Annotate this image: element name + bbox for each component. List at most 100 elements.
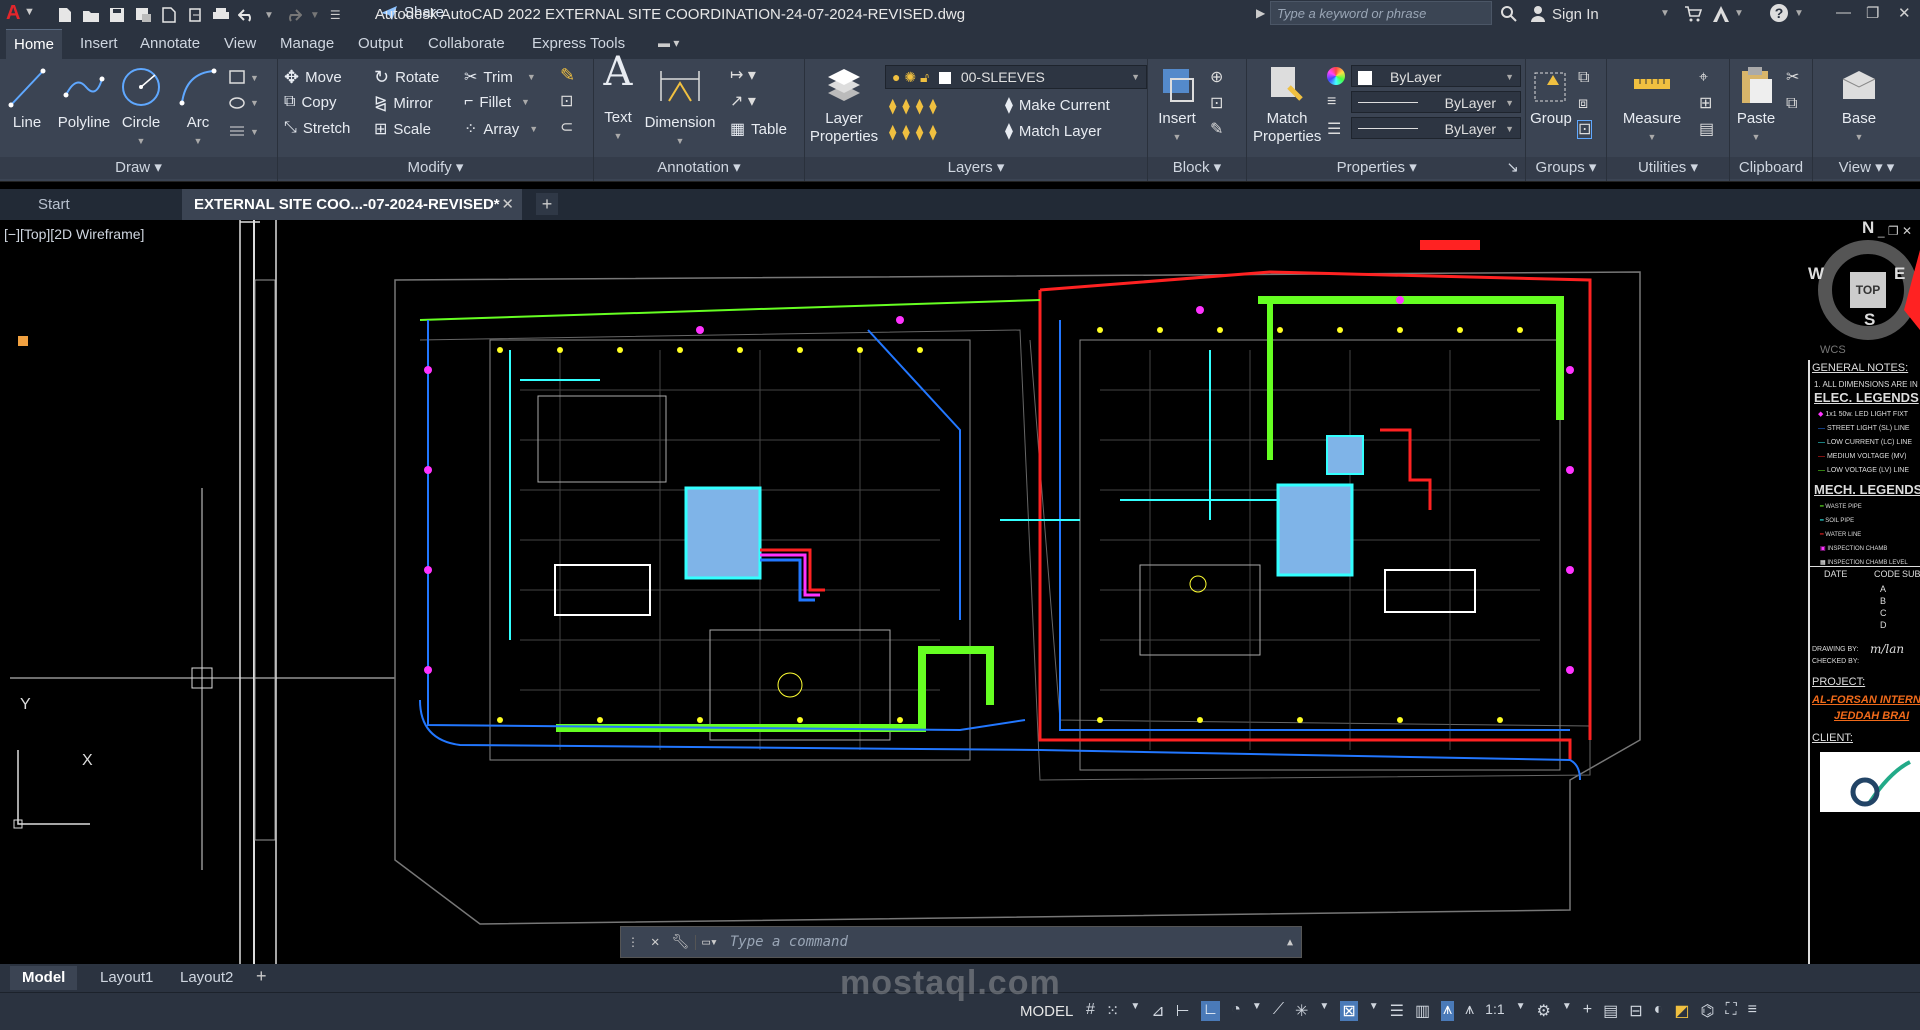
tab-manage[interactable]: Manage	[272, 29, 342, 59]
units-icon[interactable]: ▤	[1603, 1001, 1618, 1021]
a360-dropdown-icon[interactable]: ▼	[1734, 8, 1744, 19]
arc-dropdown-icon[interactable]: ▼	[174, 132, 222, 150]
customization-menu-icon[interactable]: ≡	[1748, 1001, 1757, 1021]
trim-dropdown-icon[interactable]: ▼	[527, 72, 536, 82]
polar-dropdown-icon[interactable]: ▼	[1252, 1001, 1262, 1021]
tab-home[interactable]: Home	[6, 29, 63, 60]
utilities-panel-label[interactable]: Utilities ▾	[1607, 157, 1729, 179]
mirror-button[interactable]: ⧎ Mirror	[374, 93, 433, 113]
isodraft-icon[interactable]: ⟋	[1273, 1001, 1284, 1021]
clipboard-tools-icons[interactable]: ✂ ⧉	[1786, 65, 1799, 117]
snap-icon[interactable]: ⁙	[1106, 1001, 1119, 1021]
hardware-acceleration-icon[interactable]: ◩	[1674, 1001, 1689, 1021]
measure-tool[interactable]: Measure ▼	[1609, 65, 1695, 146]
linetype-dropdown[interactable]: ByLayer ▼	[1351, 117, 1521, 139]
isolate-objects-icon[interactable]: ◐	[1654, 1001, 1664, 1021]
tab-annotate[interactable]: Annotate	[132, 29, 208, 59]
workspace-dropdown-icon[interactable]: ▼	[1562, 1001, 1572, 1021]
compass-south[interactable]: S	[1864, 310, 1875, 330]
tab-view[interactable]: View	[216, 29, 264, 59]
modify-panel-label[interactable]: Modify ▾	[278, 157, 593, 179]
group-tool[interactable]: Group	[1528, 65, 1574, 128]
layer-tools-row1-icons[interactable]: ⧫⧫⧫⧫	[889, 97, 943, 115]
fillet-dropdown-icon[interactable]: ▼	[521, 97, 530, 107]
annotation-visibility-icon[interactable]: ⩚	[1441, 1001, 1455, 1021]
array-button[interactable]: ⁘ Array ▼	[464, 119, 538, 139]
expand-arrow-icon[interactable]: ▶	[1256, 6, 1265, 20]
copy-button[interactable]: ⧉ Copy	[284, 93, 336, 111]
clean-screen-icon[interactable]: ⛶	[1725, 1001, 1736, 1021]
polar-tracking-icon[interactable]: ◔	[1231, 1001, 1241, 1021]
viewcube-top-face[interactable]: TOP	[1850, 272, 1886, 308]
tab-collaborate[interactable]: Collaborate	[420, 29, 513, 59]
circle-tool[interactable]: Circle ▼	[116, 65, 166, 150]
annotation-scale-dropdown-icon[interactable]: ▼	[1516, 1001, 1526, 1021]
annotation-monitor-icon[interactable]: +	[1583, 1001, 1592, 1021]
tab-insert[interactable]: Insert	[72, 29, 126, 59]
snap-dropdown-icon[interactable]: ▼	[1130, 1001, 1140, 1021]
object-snap-dropdown-icon[interactable]: ▼	[1369, 1001, 1379, 1021]
match-layer-button[interactable]: ⧫ Match Layer	[1005, 121, 1101, 141]
match-properties-tool[interactable]: Match Properties	[1253, 65, 1321, 146]
trim-button[interactable]: ✂ Trim ▼	[464, 67, 536, 87]
annotation-scale[interactable]: 1:1	[1485, 1001, 1504, 1021]
layer-properties-tool[interactable]: Layer Properties	[809, 65, 879, 146]
close-tab-icon[interactable]: ✕	[501, 189, 514, 220]
rotate-button[interactable]: ↻ Rotate	[374, 67, 439, 88]
make-current-button[interactable]: ⧫ Make Current	[1005, 95, 1110, 115]
object-snap-tracking-dropdown-icon[interactable]: ▼	[1319, 1001, 1329, 1021]
command-history-icon[interactable]: ▲	[1279, 937, 1301, 948]
infer-constraints-icon[interactable]: ⊿	[1151, 1001, 1164, 1021]
command-grip-icon[interactable]: ⋮	[621, 935, 645, 949]
circle-dropdown-icon[interactable]: ▼	[116, 132, 166, 150]
base-view-tool[interactable]: Base ▼	[1829, 65, 1889, 146]
tab-layout2[interactable]: Layout2	[168, 966, 245, 990]
compass-west[interactable]: W	[1808, 264, 1824, 284]
polyline-tool[interactable]: Polyline	[52, 65, 116, 132]
draw-small-tools-icon[interactable]: ▼ ▼ ▼	[228, 69, 274, 149]
ribbon-minimize-icon[interactable]: ▬ ▾	[658, 36, 679, 50]
layer-tools-row2-icons[interactable]: ⧫⧫⧫⧫	[889, 123, 943, 141]
minimize-button[interactable]: —	[1836, 4, 1851, 21]
properties-panel-label[interactable]: Properties ▾ ↘	[1247, 157, 1525, 179]
tab-output[interactable]: Output	[350, 29, 411, 59]
dimension-dropdown-icon[interactable]: ▼	[640, 132, 720, 150]
workspace-gear-icon[interactable]: ⚙	[1537, 1001, 1551, 1021]
base-dropdown-icon[interactable]: ▼	[1829, 128, 1889, 146]
model-space-button[interactable]: MODEL	[1020, 1003, 1073, 1020]
color-wheel-icon[interactable]	[1327, 67, 1345, 85]
explode-icon[interactable]: ⊡	[560, 91, 573, 111]
sign-in-button[interactable]: Sign In	[1530, 5, 1599, 23]
erase-icon[interactable]: ✎	[560, 65, 575, 86]
paste-dropdown-icon[interactable]: ▼	[1732, 128, 1780, 146]
transparency-icon[interactable]: ▥	[1415, 1001, 1430, 1021]
command-input[interactable]: Type a command	[724, 934, 1279, 950]
measure-dropdown-icon[interactable]: ▼	[1609, 128, 1695, 146]
close-window-button[interactable]: ✕	[1898, 4, 1911, 22]
fillet-button[interactable]: ⌐ Fillet ▼	[464, 93, 530, 111]
search-input[interactable]: Type a keyword or phrase	[1270, 1, 1492, 25]
groups-panel-label[interactable]: Groups ▾	[1526, 157, 1606, 179]
text-dropdown-icon[interactable]: ▼	[600, 127, 636, 145]
color-dropdown[interactable]: ByLayer ▼	[1351, 65, 1521, 87]
line-tool[interactable]: Line	[6, 65, 48, 132]
annotation-panel-label[interactable]: Annotation ▾	[594, 157, 804, 179]
viewcube[interactable]: TOP N S W E WCS	[1808, 220, 1920, 360]
block-tools-icons[interactable]: ⊕ ⊡ ✎	[1210, 65, 1234, 143]
compass-north[interactable]: N	[1862, 220, 1874, 238]
customize-wrench-icon[interactable]: 🔧︎	[665, 934, 695, 950]
wcs-menu[interactable]: WCS	[1820, 344, 1846, 356]
insert-block-tool[interactable]: Insert ▼	[1152, 65, 1202, 146]
command-line[interactable]: ⋮ ✕ 🔧︎ ▭▾ Type a command ▲	[620, 926, 1302, 958]
tab-layout1[interactable]: Layout1	[88, 966, 165, 990]
drawing-viewport[interactable]: [−][Top][2D Wireframe] _ ❐ ✕ Y X TOP N S…	[0, 220, 1920, 964]
scale-button[interactable]: ⊞ Scale	[374, 119, 431, 139]
search-icon[interactable]	[1500, 5, 1518, 23]
help-dropdown-icon[interactable]: ▼	[1794, 8, 1804, 19]
auto-scale-icon[interactable]: ⩚	[1465, 1001, 1474, 1021]
utility-tools-icons[interactable]: ⌖ ⊞ ▤	[1699, 65, 1714, 143]
help-icon[interactable]: ?	[1770, 4, 1788, 22]
quick-properties-icon[interactable]: ⊟	[1629, 1001, 1642, 1021]
new-tab-button[interactable]: +	[536, 193, 558, 215]
new-layout-button[interactable]: +	[256, 966, 267, 987]
